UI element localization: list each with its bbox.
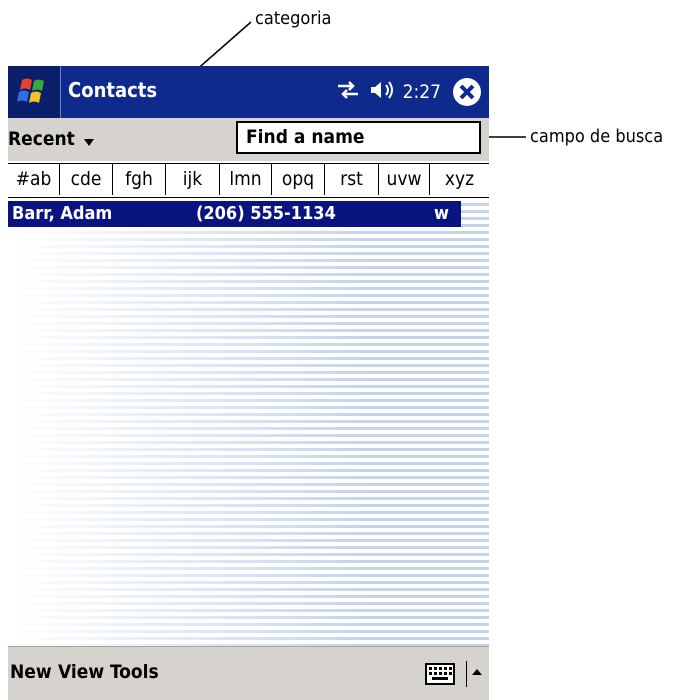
speaker-icon[interactable] (369, 79, 395, 105)
tab-opq[interactable]: opq (271, 163, 324, 195)
title-bar: Contacts 2:27 (8, 66, 489, 118)
clock[interactable]: 2:27 (403, 81, 441, 103)
menu-tools[interactable]: Tools (110, 661, 159, 683)
tab-fgh[interactable]: fgh (112, 163, 165, 195)
annotation-campo-de-busca: campo de busca (530, 126, 664, 147)
windows-flag-icon (17, 78, 44, 103)
menu-new[interactable]: New (10, 661, 52, 683)
category-search-bar: Recent Find a name (8, 118, 489, 161)
list-item[interactable]: Barr, Adam (206) 555-1134 w (8, 201, 461, 227)
chevron-down-icon (83, 139, 94, 146)
input-panel-button[interactable] (424, 661, 456, 687)
tab-xyz[interactable]: xyz (429, 163, 489, 195)
close-button[interactable] (451, 76, 483, 108)
contact-list[interactable]: Barr, Adam (206) 555-1134 w (8, 199, 489, 646)
app-title: Contacts (68, 78, 158, 102)
pocket-pc-screen: Contacts 2:27 Recent Find a name #ab cde… (8, 66, 489, 700)
close-icon (453, 78, 481, 106)
find-name-input[interactable]: Find a name (236, 121, 481, 154)
keyboard-icon (425, 663, 455, 685)
tab-ab[interactable]: #ab (8, 163, 59, 195)
tab-rst[interactable]: rst (324, 163, 378, 195)
start-button[interactable] (8, 66, 61, 118)
category-dropdown[interactable]: Recent (8, 128, 95, 150)
alphabet-tabs: #ab cde fgh ijk lmn opq rst uvw xyz (8, 163, 489, 198)
contact-name: Barr, Adam (12, 203, 113, 224)
up-arrow-icon (472, 669, 482, 675)
category-label: Recent (8, 128, 75, 150)
tab-ijk[interactable]: ijk (165, 163, 219, 195)
tab-uvw[interactable]: uvw (378, 163, 429, 195)
tab-cde[interactable]: cde (59, 163, 112, 195)
connectivity-icon[interactable] (335, 79, 361, 105)
contact-phone-type: w (434, 203, 449, 224)
annotation-categoria: categoria (255, 8, 332, 29)
status-area: 2:27 (335, 66, 441, 118)
tab-lmn[interactable]: lmn (219, 163, 271, 195)
command-bar: New View Tools (8, 646, 489, 700)
input-method-selector[interactable] (466, 661, 487, 687)
contact-phone: (206) 555-1134 (196, 203, 336, 224)
menu-view[interactable]: View (58, 661, 104, 683)
